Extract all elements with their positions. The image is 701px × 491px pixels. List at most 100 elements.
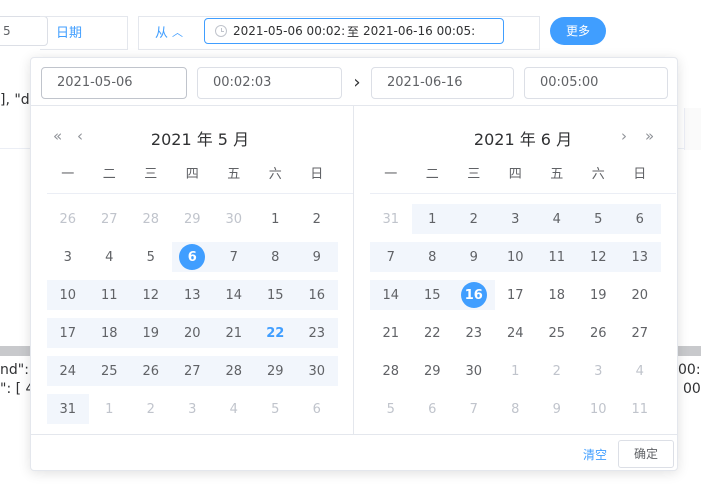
day-cell[interactable]: 29 <box>254 352 296 390</box>
day-cell[interactable]: 10 <box>578 390 620 428</box>
day-cell[interactable]: 21 <box>213 314 255 352</box>
day-cell[interactable]: 7 <box>453 390 495 428</box>
day-cell[interactable]: 31 <box>47 390 89 428</box>
day-cell[interactable]: 13 <box>171 276 213 314</box>
end-date-input[interactable]: 2021-06-16 <box>371 67 514 99</box>
day-cell[interactable]: 24 <box>495 314 537 352</box>
day-cell[interactable]: 28 <box>130 200 172 238</box>
day-number: 4 <box>552 211 561 227</box>
day-cell[interactable]: 30 <box>453 352 495 390</box>
day-cell[interactable]: 26 <box>578 314 620 352</box>
datetime-range-input[interactable]: 2021-05-06 00:02:03 至 2021-06-16 00:05:0… <box>204 18 504 44</box>
day-cell[interactable]: 8 <box>495 390 537 428</box>
day-cell[interactable]: 30 <box>213 200 255 238</box>
day-cell[interactable]: 4 <box>213 390 255 428</box>
horizontal-scrollbar-end[interactable] <box>678 346 701 356</box>
day-cell[interactable]: 3 <box>172 390 214 428</box>
day-cell[interactable]: 7 <box>370 238 412 276</box>
day-cell[interactable]: 27 <box>619 314 661 352</box>
day-cell[interactable]: 5 <box>255 390 297 428</box>
day-cell[interactable]: 27 <box>171 352 213 390</box>
day-cell[interactable]: 18 <box>536 276 578 314</box>
day-cell[interactable]: 27 <box>89 200 131 238</box>
day-cell[interactable]: 10 <box>494 238 536 276</box>
day-cell[interactable]: 6 <box>296 390 338 428</box>
start-date-input[interactable]: 2021-05-06 <box>41 67 187 99</box>
day-cell[interactable]: 12 <box>577 238 619 276</box>
day-cell[interactable]: 19 <box>578 276 620 314</box>
day-cell[interactable]: 13 <box>619 238 661 276</box>
day-cell[interactable]: 11 <box>619 390 661 428</box>
day-cell[interactable]: 1 <box>89 390 131 428</box>
day-cell[interactable]: 28 <box>213 352 255 390</box>
day-cell[interactable]: 26 <box>47 200 89 238</box>
day-cell[interactable]: 14 <box>370 276 412 314</box>
confirm-button[interactable]: 确定 <box>618 440 674 468</box>
next-year-icon[interactable]: » <box>645 126 654 146</box>
day-cell[interactable]: 21 <box>370 314 412 352</box>
day-cell[interactable]: 30 <box>296 352 338 390</box>
day-cell[interactable]: 22 <box>412 314 454 352</box>
day-cell[interactable]: 2 <box>296 200 338 238</box>
day-cell[interactable]: 17 <box>47 314 89 352</box>
day-cell[interactable]: 2 <box>453 200 495 238</box>
range-end-value[interactable]: 2021-06-16 00:05:00 <box>363 24 475 38</box>
date-filter-label[interactable]: 日期 <box>56 22 82 41</box>
day-cell[interactable]: 2 <box>536 352 578 390</box>
day-cell[interactable]: 26 <box>130 352 172 390</box>
day-cell[interactable]: 4 <box>536 200 578 238</box>
day-cell[interactable]: 3 <box>578 352 620 390</box>
day-cell[interactable]: 2 <box>130 390 172 428</box>
day-cell[interactable]: 4 <box>619 352 661 390</box>
day-cell[interactable]: 1 <box>495 352 537 390</box>
day-cell[interactable]: 7 <box>213 238 255 276</box>
day-cell[interactable]: 28 <box>370 352 412 390</box>
day-cell[interactable]: 16 <box>296 276 338 314</box>
day-cell[interactable]: 6 <box>619 200 661 238</box>
day-cell[interactable]: 24 <box>47 352 89 390</box>
more-button[interactable]: 更多 <box>550 17 606 45</box>
day-cell[interactable]: 6 <box>171 238 213 276</box>
next-month-icon[interactable]: › <box>621 126 627 146</box>
range-start-value[interactable]: 2021-05-06 00:02:03 <box>233 24 345 38</box>
day-cell[interactable]: 17 <box>495 276 537 314</box>
day-cell[interactable]: 3 <box>47 238 89 276</box>
day-cell[interactable]: 6 <box>412 390 454 428</box>
day-cell[interactable]: 15 <box>254 276 296 314</box>
day-cell[interactable]: 20 <box>171 314 213 352</box>
start-time-input[interactable]: 00:02:03 <box>197 67 342 99</box>
day-cell[interactable]: 25 <box>88 352 130 390</box>
day-cell[interactable]: 31 <box>370 200 412 238</box>
day-cell[interactable]: 9 <box>536 390 578 428</box>
day-cell[interactable]: 19 <box>130 314 172 352</box>
day-cell[interactable]: 29 <box>412 352 454 390</box>
day-cell[interactable]: 29 <box>172 200 214 238</box>
day-cell[interactable]: 4 <box>89 238 131 276</box>
day-cell[interactable]: 23 <box>453 314 495 352</box>
day-cell[interactable]: 8 <box>254 238 296 276</box>
day-cell[interactable]: 5 <box>130 238 172 276</box>
day-cell[interactable]: 10 <box>47 276 89 314</box>
day-cell[interactable]: 20 <box>619 276 661 314</box>
day-cell[interactable]: 11 <box>536 238 578 276</box>
day-cell[interactable]: 9 <box>296 238 338 276</box>
day-cell[interactable]: 15 <box>411 276 453 314</box>
day-cell[interactable]: 16 <box>453 276 495 314</box>
end-time-input[interactable]: 00:05:00 <box>524 67 668 99</box>
day-cell[interactable]: 1 <box>411 200 453 238</box>
day-cell[interactable]: 8 <box>411 238 453 276</box>
day-cell[interactable]: 14 <box>213 276 255 314</box>
day-cell[interactable]: 5 <box>370 390 412 428</box>
day-cell[interactable]: 25 <box>536 314 578 352</box>
day-cell[interactable]: 12 <box>130 276 172 314</box>
day-cell[interactable]: 1 <box>255 200 297 238</box>
day-cell[interactable]: 3 <box>494 200 536 238</box>
from-toggle[interactable]: 从 ︿ <box>155 22 183 41</box>
clear-button[interactable]: 清空 <box>583 446 607 463</box>
day-cell[interactable]: 9 <box>453 238 495 276</box>
day-cell[interactable]: 11 <box>88 276 130 314</box>
day-cell[interactable]: 18 <box>88 314 130 352</box>
day-cell[interactable]: 5 <box>577 200 619 238</box>
day-cell[interactable]: 23 <box>296 314 338 352</box>
day-cell[interactable]: 22 <box>254 314 296 352</box>
